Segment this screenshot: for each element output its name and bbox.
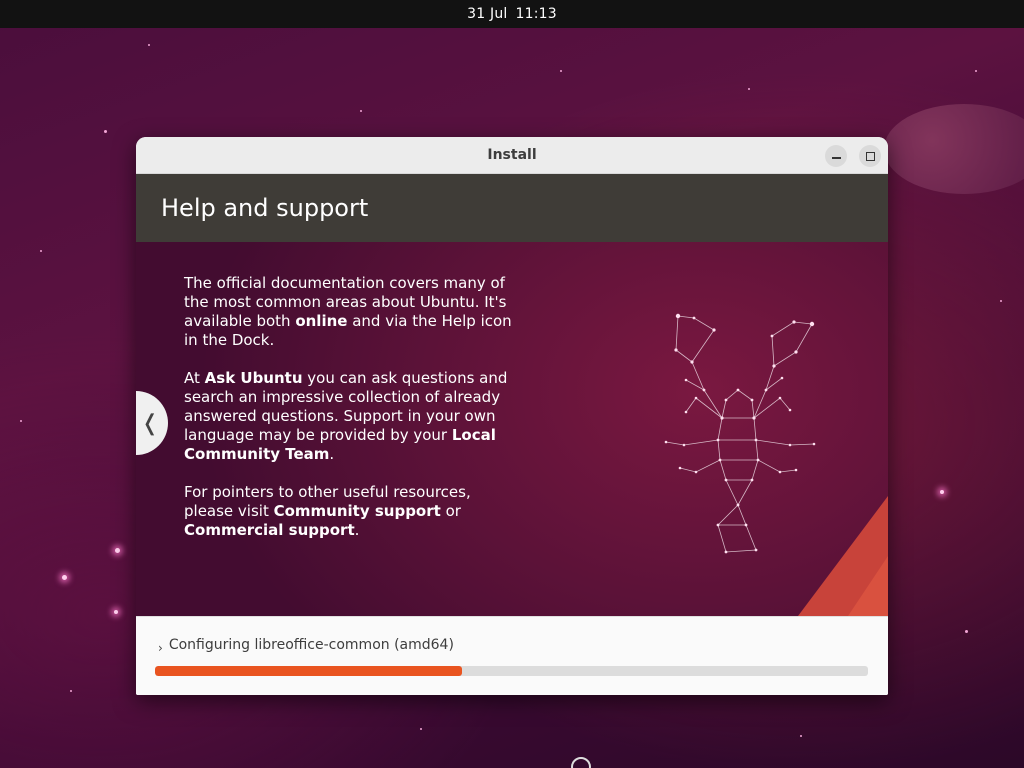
background-star [748,88,750,90]
progress-status-text: Configuring libreoffice-common (amd64) [168,637,454,653]
lobster-constellation-icon [664,313,816,554]
commercial-support-link[interactable]: Commercial support [184,521,355,539]
progress-details-toggle[interactable]: › Configuring libreoffice-common (amd64) [158,635,454,655]
clock-time[interactable]: 11:13 [516,6,557,22]
background-star [975,70,977,72]
slide-paragraph-docs: The official documentation covers many o… [184,274,514,350]
text-run: . [329,445,335,463]
minimize-button[interactable] [825,145,847,167]
text-run: At [184,369,205,387]
background-star [965,630,968,633]
online-link[interactable]: online [295,312,347,330]
slide-paragraph-resources: For pointers to other useful resources, … [184,483,514,540]
background-star [70,690,72,692]
dock-icon[interactable] [571,757,591,768]
text-run: or [440,502,461,520]
background-star [115,548,120,553]
community-support-link[interactable]: Community support [274,502,441,520]
background-star [114,610,118,614]
clock-date[interactable]: 31 Jul [467,6,507,22]
background-star [148,44,150,46]
background-star [560,70,562,72]
ask-ubuntu-link[interactable]: Ask Ubuntu [205,369,303,387]
background-star [800,735,802,737]
slideshow-panel: The official documentation covers many o… [136,242,888,616]
progress-bar-fill [155,666,462,676]
background-star [1000,300,1002,302]
text-run: . [354,521,360,539]
window-titlebar[interactable]: Install [136,137,888,174]
background-star [940,490,944,494]
chevron-left-icon: ❬ [140,410,160,436]
top-bar: 31 Jul 11:13 [0,0,1024,28]
page-header: Help and support [136,174,888,242]
window-title: Install [487,147,537,163]
decorative-wedge [848,556,888,616]
slide-text: The official documentation covers many o… [184,274,514,559]
background-star [62,575,67,580]
background-planet [884,104,1024,194]
background-star [420,728,422,730]
page-title: Help and support [161,194,369,222]
progress-bar [155,666,868,676]
progress-section: › Configuring libreoffice-common (amd64) [136,616,888,695]
maximize-button[interactable] [859,145,881,167]
minimize-icon [831,157,841,159]
background-star [20,420,22,422]
maximize-icon [865,151,875,161]
background-star [360,110,362,112]
previous-slide-button[interactable]: ❬ [136,391,168,455]
install-window: Install Help and support The official do… [136,137,888,695]
background-star [104,130,107,133]
slide-paragraph-askubuntu: At Ask Ubuntu you can ask questions and … [184,369,514,464]
background-star [40,250,42,252]
chevron-right-icon: › [158,641,163,655]
